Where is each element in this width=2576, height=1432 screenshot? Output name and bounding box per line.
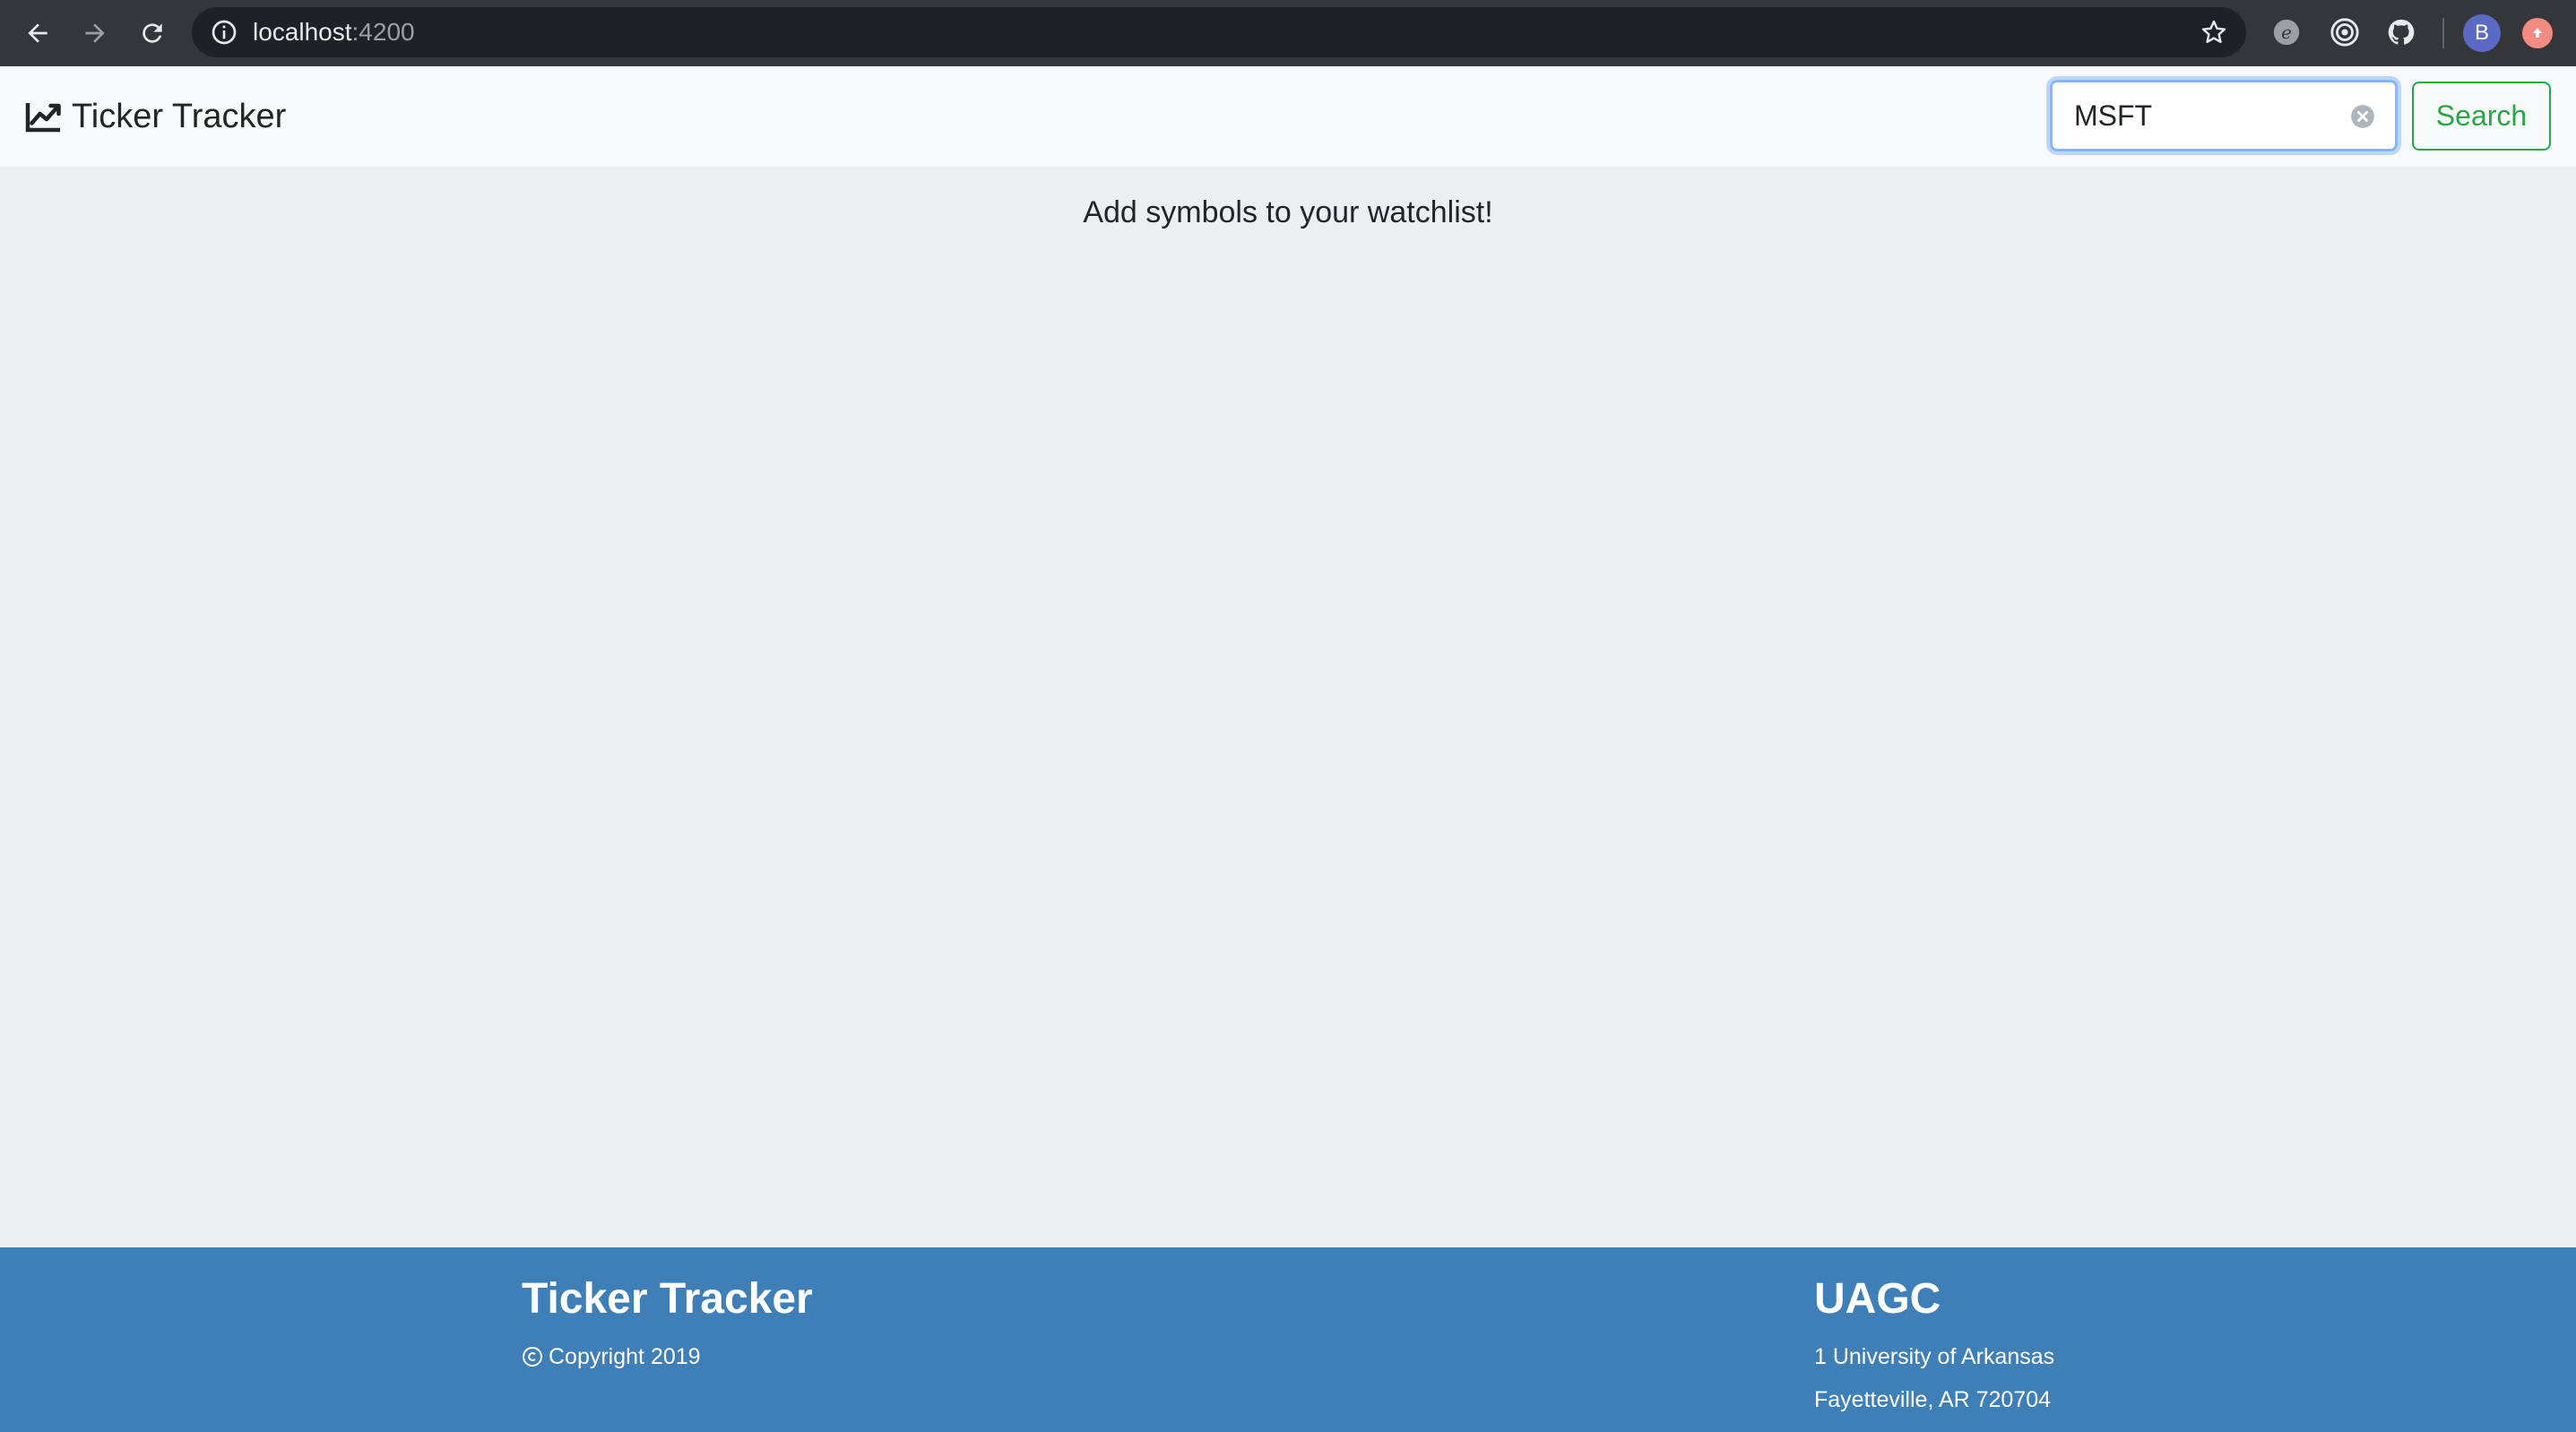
copyright: Copyright 2019: [522, 1335, 813, 1378]
reload-icon: [143, 23, 162, 43]
update-icon: [2533, 28, 2542, 38]
copyright-text: Copyright 2019: [549, 1344, 701, 1369]
reload-button[interactable]: [134, 15, 170, 51]
address-line-1: 1 University of Arkansas: [1814, 1344, 2055, 1369]
url-host: localhost: [253, 18, 352, 46]
target-extension-button[interactable]: [2329, 16, 2361, 48]
empty-watchlist-message: Add symbols to your watchlist!: [1083, 195, 1493, 229]
address-line-2: Fayetteville, AR 720704: [1814, 1387, 2052, 1412]
info-icon[interactable]: [210, 18, 238, 47]
clear-icon[interactable]: [2350, 104, 2375, 129]
browser-toolbar: localhost:4200 e B: [0, 0, 2576, 66]
search-input[interactable]: [2074, 82, 2343, 149]
chart-line-icon: [25, 103, 61, 133]
forward-button[interactable]: [77, 15, 113, 51]
footer-address-section: UAGC 1 University of Arkansas Fayettevil…: [1814, 1272, 2054, 1421]
footer-org-title: UAGC: [1814, 1275, 1941, 1323]
copyright-icon: [523, 1347, 542, 1367]
address-bar[interactable]: localhost:4200: [192, 7, 2246, 57]
extension-icon: e: [2273, 19, 2300, 46]
profile-avatar[interactable]: B: [2463, 14, 2501, 52]
back-icon: [28, 23, 48, 43]
forward-icon: [85, 23, 105, 43]
toolbar-separator: [2442, 18, 2444, 48]
footer: Ticker Tracker Copyright 2019 UAGC 1 Uni…: [0, 1247, 2576, 1432]
github-extension-button[interactable]: [2385, 16, 2417, 48]
target-icon: [2330, 18, 2359, 47]
footer-brand-title: Ticker Tracker: [522, 1275, 813, 1323]
update-button[interactable]: [2522, 18, 2553, 48]
github-icon: [2388, 19, 2415, 45]
search-field[interactable]: [2050, 80, 2398, 151]
svg-text:e: e: [2281, 22, 2292, 43]
footer-brand-section: Ticker Tracker Copyright 2019: [522, 1272, 813, 1378]
search-button[interactable]: Search: [2412, 82, 2551, 151]
url-port: :4200: [351, 18, 415, 46]
brand-label: Ticker Tracker: [72, 97, 287, 135]
brand-link[interactable]: Ticker Tracker: [25, 91, 286, 142]
url-text: localhost:4200: [253, 7, 415, 57]
star-icon[interactable]: [2200, 18, 2228, 47]
back-button[interactable]: [20, 15, 56, 51]
extension-button[interactable]: e: [2270, 16, 2303, 48]
